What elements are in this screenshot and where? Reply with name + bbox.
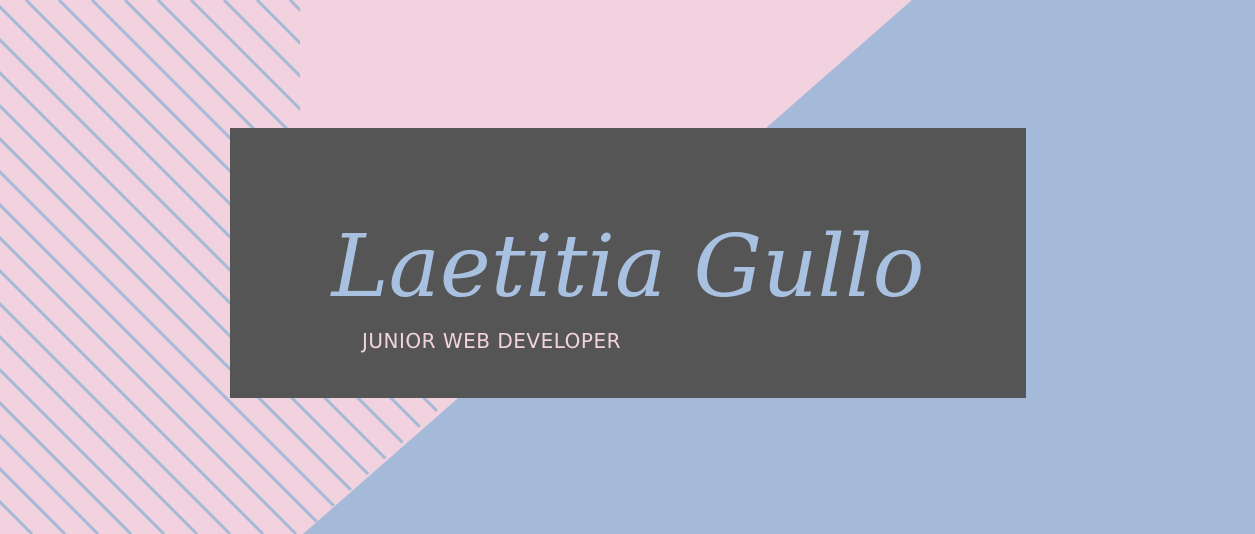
name-card: Laetitia Gullo JUNIOR WEB DEVELOPER — [230, 128, 1026, 398]
name-text: Laetitia Gullo — [330, 217, 925, 317]
profile-banner: Laetitia Gullo JUNIOR WEB DEVELOPER — [0, 0, 1255, 534]
job-title: JUNIOR WEB DEVELOPER — [362, 329, 622, 353]
signature-name: Laetitia Gullo — [330, 217, 925, 317]
